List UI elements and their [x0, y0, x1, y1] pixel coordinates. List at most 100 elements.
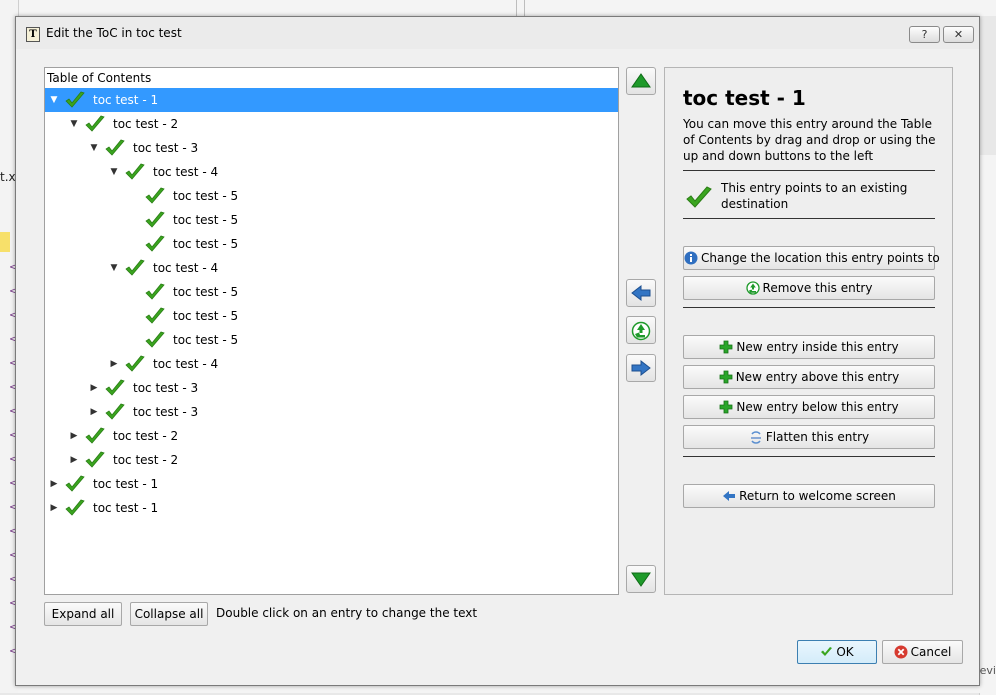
flatten-entry-button[interactable]: Flatten this entry: [683, 425, 935, 449]
collapsed-arrow-icon[interactable]: ▶: [69, 424, 79, 448]
destination-status: This entry points to an existing destina…: [721, 181, 908, 211]
collapsed-arrow-icon[interactable]: ▶: [49, 472, 59, 496]
tree-row-label: toc test - 5: [173, 309, 239, 323]
expanded-arrow-icon[interactable]: ▼: [89, 136, 99, 160]
tree-row[interactable]: toc test - 5: [45, 280, 618, 304]
tree-row-label: toc test - 3: [133, 381, 199, 395]
tree-row[interactable]: ▼ toc test - 4: [45, 160, 618, 184]
background-side-panel: evi: [979, 155, 996, 695]
change-location-label: Change the location this entry points to: [701, 251, 940, 265]
plus-icon: [719, 370, 733, 383]
check-icon: [125, 259, 145, 276]
expand-all-button[interactable]: Expand all: [44, 602, 122, 626]
expanded-arrow-icon[interactable]: ▼: [109, 160, 119, 184]
tree-row[interactable]: toc test - 5: [45, 208, 618, 232]
check-icon: [85, 451, 105, 468]
remove-entry-button[interactable]: Remove this entry: [683, 276, 935, 300]
plus-icon: [719, 340, 733, 353]
collapsed-arrow-icon[interactable]: ▶: [69, 448, 79, 472]
indent-button[interactable]: [626, 354, 656, 382]
ok-label: OK: [836, 645, 854, 659]
tree-row[interactable]: ▶ toc test - 1: [45, 472, 618, 496]
check-icon: [145, 283, 165, 300]
tree-row[interactable]: ▶ toc test - 3: [45, 376, 618, 400]
tree-row-label: toc test - 5: [173, 189, 239, 203]
background-app-toolbar: [18, 0, 996, 16]
tree-row-label: toc test - 5: [173, 213, 239, 227]
return-to-welcome-button[interactable]: Return to welcome screen: [683, 484, 935, 508]
tree-row[interactable]: ▼ toc test - 3: [45, 136, 618, 160]
toc-tree[interactable]: Table of Contents ▼ toc test - 1 ▼ toc test…: [44, 67, 619, 595]
background-highlight-marker: [0, 232, 10, 252]
collapse-all-button[interactable]: Collapse all: [130, 602, 208, 626]
green-down-arrow-icon: [631, 572, 651, 587]
cancel-button[interactable]: Cancel: [882, 640, 963, 664]
tree-row[interactable]: ▶ toc test - 3: [45, 400, 618, 424]
check-icon: [145, 307, 165, 324]
change-location-button[interactable]: Change the location this entry points to: [683, 246, 940, 270]
tree-row[interactable]: ▼ toc test - 4: [45, 256, 618, 280]
move-down-button[interactable]: [626, 565, 656, 593]
check-icon: [145, 211, 165, 228]
check-icon: [125, 163, 145, 180]
ok-button[interactable]: OK: [797, 640, 877, 664]
divider: [683, 307, 935, 308]
recycle-icon: [631, 321, 651, 341]
plus-icon: [719, 400, 733, 413]
tree-row-label: toc test - 1: [93, 93, 159, 107]
tree-row-label: toc test - 5: [173, 333, 239, 347]
background-side-fragment: evi: [979, 664, 996, 677]
app-icon: T: [26, 27, 40, 42]
unindent-button[interactable]: [626, 279, 656, 307]
collapsed-arrow-icon[interactable]: ▶: [89, 400, 99, 424]
tree-row-label: toc test - 2: [113, 453, 179, 467]
new-entry-inside-button[interactable]: New entry inside this entry: [683, 335, 935, 359]
tree-row[interactable]: ▶ toc test - 1: [45, 496, 618, 520]
expanded-arrow-icon[interactable]: ▼: [109, 256, 119, 280]
check-icon: [125, 355, 145, 372]
tree-row[interactable]: ▶ toc test - 4: [45, 352, 618, 376]
new-entry-below-button[interactable]: New entry below this entry: [683, 395, 935, 419]
edit-toc-dialog: T Edit the ToC in toc test ? ✕ Table of …: [15, 16, 980, 686]
tree-row-label: toc test - 4: [153, 165, 219, 179]
tree-row[interactable]: ▶ toc test - 2: [45, 424, 618, 448]
return-label: Return to welcome screen: [739, 489, 896, 503]
check-icon: [85, 115, 105, 132]
tree-row[interactable]: toc test - 5: [45, 232, 618, 256]
tree-row[interactable]: ▶ toc test - 2: [45, 448, 618, 472]
edit-hint: Double click on an entry to change the t…: [216, 606, 478, 620]
blue-right-arrow-icon: [631, 359, 651, 377]
flatten-entry-label: Flatten this entry: [765, 430, 870, 444]
entry-description: You can move this entry around the Table…: [683, 117, 936, 163]
tree-row-label: toc test - 3: [133, 405, 199, 419]
entry-info-panel: toc test - 1 You can move this entry aro…: [664, 67, 953, 595]
collapsed-arrow-icon[interactable]: ▶: [109, 352, 119, 376]
tree-row-label: toc test - 1: [93, 477, 159, 491]
blue-left-arrow-icon: [631, 284, 651, 302]
tree-row[interactable]: toc test - 5: [45, 328, 618, 352]
flatten-icon: [750, 430, 761, 444]
check-icon: [821, 647, 833, 656]
divider: [683, 218, 935, 219]
recycle-icon: [745, 280, 760, 295]
help-button[interactable]: ?: [909, 26, 940, 43]
close-button[interactable]: ✕: [943, 26, 974, 43]
check-icon: [105, 139, 125, 156]
tree-row[interactable]: toc test - 5: [45, 184, 618, 208]
expanded-arrow-icon[interactable]: ▼: [49, 88, 59, 112]
new-entry-above-button[interactable]: New entry above this entry: [683, 365, 935, 389]
title-bar: T Edit the ToC in toc test ? ✕: [16, 17, 979, 49]
check-icon: [145, 235, 165, 252]
check-icon: [686, 186, 712, 208]
expanded-arrow-icon[interactable]: ▼: [69, 112, 79, 136]
collapsed-arrow-icon[interactable]: ▶: [89, 376, 99, 400]
collapsed-arrow-icon[interactable]: ▶: [49, 496, 59, 520]
tree-row[interactable]: ▼ toc test - 1: [45, 88, 618, 112]
tree-row[interactable]: ▼ toc test - 2: [45, 112, 618, 136]
delete-entry-button[interactable]: [626, 316, 656, 344]
check-icon: [145, 187, 165, 204]
tree-row-label: toc test - 3: [133, 141, 199, 155]
tree-row[interactable]: toc test - 5: [45, 304, 618, 328]
move-up-button[interactable]: [626, 67, 656, 95]
check-icon: [65, 91, 85, 108]
